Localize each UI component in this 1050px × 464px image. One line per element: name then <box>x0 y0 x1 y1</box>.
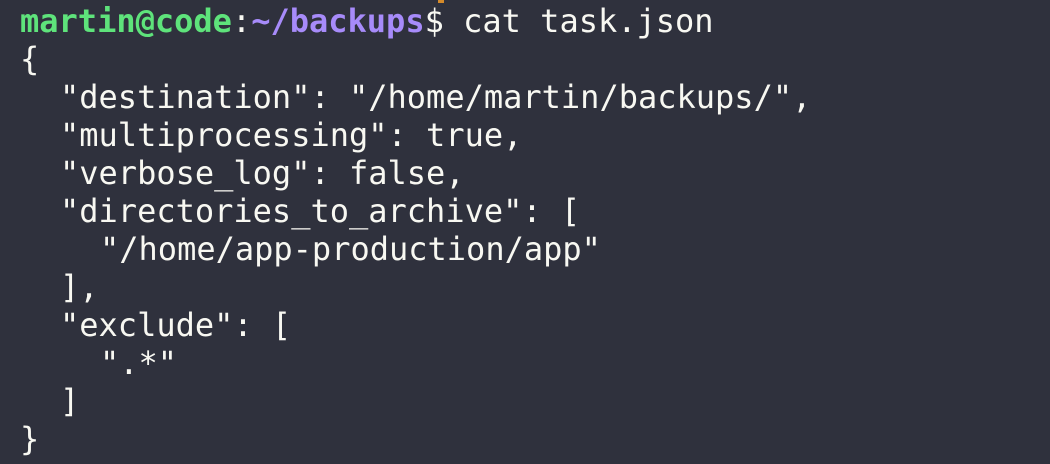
json-open-brace: { <box>20 40 40 78</box>
prompt-symbol: $ <box>424 2 444 40</box>
prompt-separator: : <box>231 2 252 40</box>
prompt-line: martin@code:~/backups$ cat task.json <box>20 2 714 40</box>
json-directories-line: "directories_to_archive": [ <box>60 192 581 230</box>
json-exclude-line: "exclude": [ <box>60 306 292 344</box>
prompt-path: ~/backups <box>251 2 425 40</box>
prompt-user-host: martin@code <box>20 2 232 40</box>
json-exclude-close: ] <box>60 382 80 420</box>
json-close-brace: } <box>20 420 40 458</box>
json-exclude-item: ".*" <box>100 344 178 382</box>
json-multiprocessing-line: "multiprocessing": true, <box>60 116 523 154</box>
terminal-window[interactable]: martin@code:~/backups$ cat task.json { "… <box>0 0 1050 464</box>
json-directories-close: ], <box>60 268 99 306</box>
json-directory-item: "/home/app-production/app" <box>100 230 601 268</box>
json-destination-line: "destination": "/home/martin/backups/", <box>60 78 812 116</box>
prompt-command: cat task.json <box>443 2 714 40</box>
json-verbose-log-line: "verbose_log": false, <box>60 154 465 192</box>
